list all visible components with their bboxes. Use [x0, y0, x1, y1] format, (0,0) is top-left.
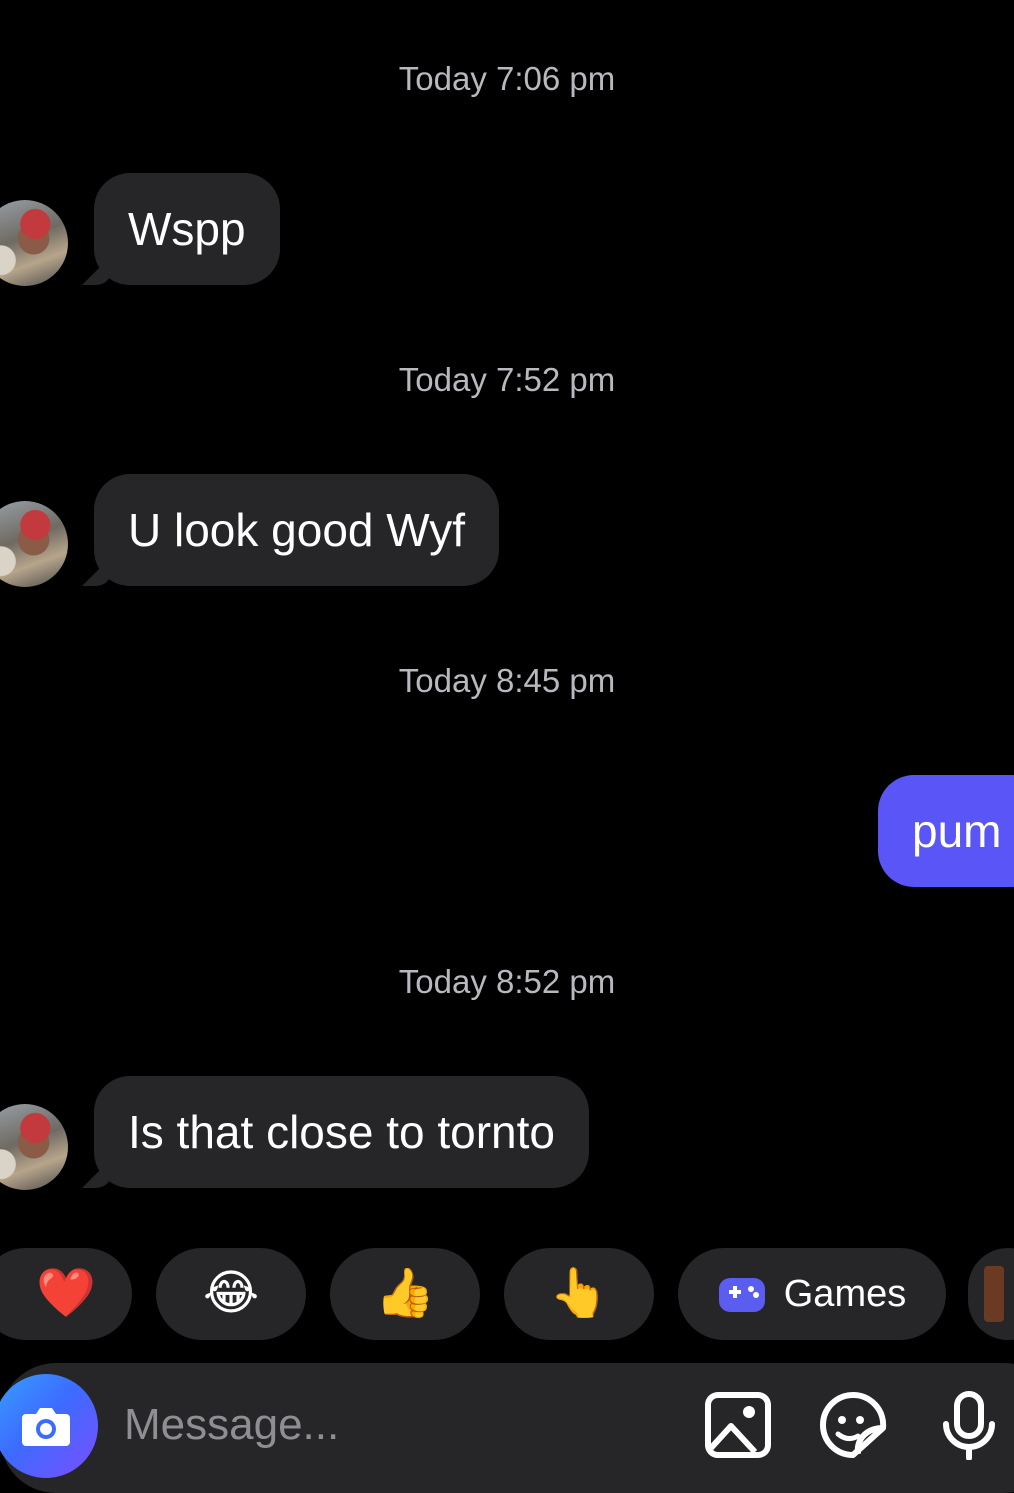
message-bubble-incoming[interactable]: Is that close to tornto — [94, 1076, 590, 1188]
microphone-icon[interactable] — [934, 1390, 1004, 1460]
avatar[interactable] — [0, 1104, 68, 1190]
avatar[interactable] — [0, 200, 68, 286]
message-text: Wspp — [128, 203, 246, 255]
games-label: Games — [783, 1272, 907, 1315]
gamepad-icon — [718, 1278, 765, 1312]
quick-reply-thumbs-up[interactable]: 👍 — [330, 1248, 480, 1340]
quick-reply-more[interactable] — [968, 1248, 1014, 1340]
sticker-icon[interactable] — [818, 1390, 888, 1460]
message-bubble-incoming[interactable]: Wspp — [94, 173, 280, 285]
chip-preview-icon — [984, 1266, 1004, 1322]
games-button[interactable]: Games — [678, 1248, 946, 1340]
message-text: U look good Wyf — [128, 504, 466, 556]
timestamp: Today 7:06 pm — [398, 60, 616, 97]
camera-icon — [22, 1408, 70, 1446]
thumbs-up-icon: 👍 — [375, 1267, 435, 1320]
message-text: pum — [912, 805, 1002, 857]
avatar[interactable] — [0, 501, 68, 587]
quick-reply-bar: ❤️ 😂 👍 👆 Games — [0, 1248, 1014, 1340]
heart-icon: ❤️ — [36, 1267, 96, 1320]
quick-reply-heart[interactable]: ❤️ — [0, 1248, 132, 1340]
quick-reply-laughing[interactable]: 😂 — [156, 1248, 306, 1340]
gallery-icon[interactable] — [703, 1390, 773, 1460]
message-bubble-incoming[interactable]: U look good Wyf — [94, 474, 500, 586]
timestamp: Today 8:52 pm — [398, 963, 616, 1000]
message-input[interactable]: Message... — [124, 1400, 339, 1450]
laughing-face-icon: 😂 — [202, 1267, 260, 1320]
pointing-up-icon: 👆 — [549, 1267, 609, 1320]
timestamp: Today 8:45 pm — [398, 662, 616, 699]
message-text: Is that close to tornto — [128, 1106, 556, 1158]
timestamp: Today 7:52 pm — [398, 361, 616, 398]
quick-reply-pointing-up[interactable]: 👆 — [504, 1248, 654, 1340]
message-bubble-outgoing[interactable]: pum — [878, 775, 1014, 887]
